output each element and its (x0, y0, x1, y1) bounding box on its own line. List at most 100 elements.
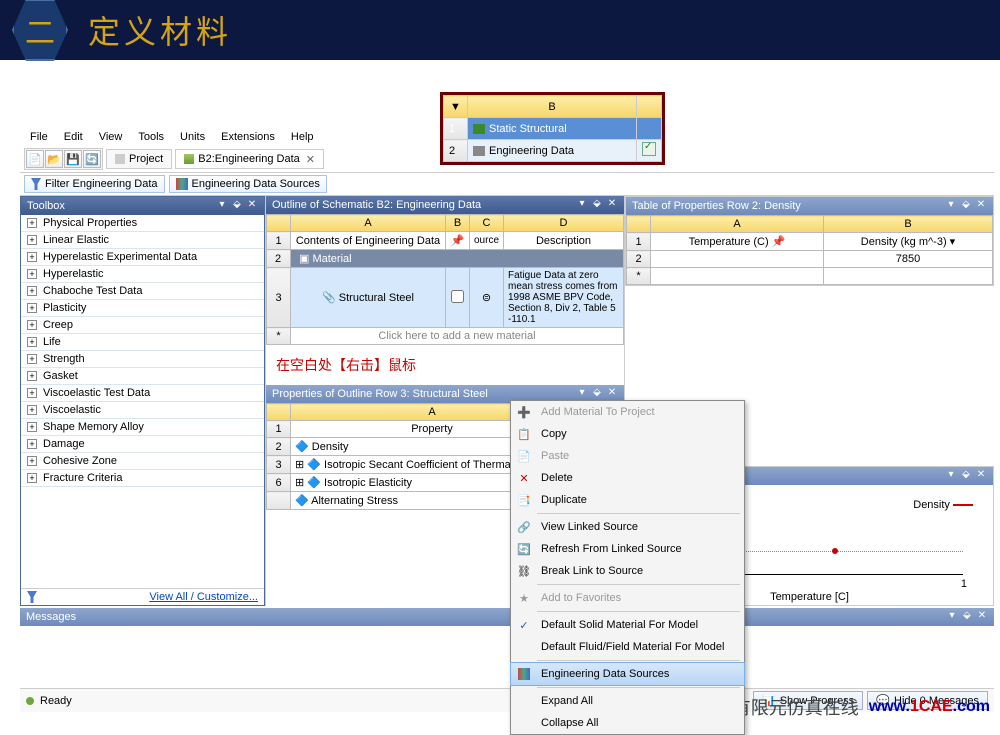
outline-add-row[interactable]: *Click here to add a new material (267, 328, 624, 345)
toolbox-item[interactable]: +Hyperelastic (21, 266, 264, 283)
funnel-icon (31, 178, 41, 190)
toolbox-item[interactable]: +Life (21, 334, 264, 351)
toolbox-item[interactable]: +Physical Properties (21, 215, 264, 232)
pin-icon[interactable]: ⬙ (960, 470, 972, 482)
expand-icon[interactable]: + (27, 456, 37, 466)
save-button[interactable]: 💾 (64, 150, 82, 168)
expand-icon[interactable]: + (27, 371, 37, 381)
cm-add-material[interactable]: ➕Add Material To Project (511, 401, 744, 423)
toolbox-item[interactable]: +Hyperelastic Experimental Data (21, 249, 264, 266)
engineering-data-sources-button[interactable]: Engineering Data Sources (169, 175, 327, 193)
close-icon[interactable]: ✕ (606, 199, 618, 211)
new-button[interactable]: 📄 (26, 150, 44, 168)
open-button[interactable]: 📂 (45, 150, 63, 168)
include-checkbox[interactable] (451, 290, 464, 303)
outline-row-1[interactable]: 1 Contents of Engineering Data 📌 ource D… (267, 232, 624, 250)
pin-icon[interactable]: ⬙ (231, 200, 243, 212)
density-row[interactable]: 27850 (627, 251, 993, 268)
toolbox-item[interactable]: +Cohesive Zone (21, 453, 264, 470)
schematic-corner: ▼ (444, 96, 468, 118)
cm-delete[interactable]: ✕Delete (511, 467, 744, 489)
cm-break-link[interactable]: ⛓Break Link to Source (511, 560, 744, 582)
cm-duplicate[interactable]: 📑Duplicate (511, 489, 744, 511)
expand-icon[interactable]: + (27, 252, 37, 262)
cm-paste[interactable]: 📄Paste (511, 445, 744, 467)
pin-icon[interactable]: ⬙ (591, 199, 603, 211)
status-indicator-icon (26, 697, 34, 705)
cm-default-solid[interactable]: ✓Default Solid Material For Model (511, 614, 744, 636)
refresh-button[interactable]: 🔄 (83, 150, 101, 168)
expand-icon[interactable]: + (27, 235, 37, 245)
toolbox-item[interactable]: +Damage (21, 436, 264, 453)
break-link-icon: ⛓ (515, 563, 533, 579)
dropdown-icon[interactable]: ▾ (216, 200, 228, 212)
cm-add-favorites[interactable]: ★Add to Favorites (511, 587, 744, 609)
menu-edit[interactable]: Edit (64, 131, 83, 143)
pin-icon[interactable]: ⬙ (591, 388, 603, 400)
view-all-link[interactable]: View All / Customize... (149, 591, 258, 603)
expand-icon[interactable]: + (27, 439, 37, 449)
menu-file[interactable]: File (30, 131, 48, 143)
cm-copy[interactable]: 📋Copy (511, 423, 744, 445)
dropdown-icon[interactable]: ▾ (945, 470, 957, 482)
toolbox-item[interactable]: +Chaboche Test Data (21, 283, 264, 300)
cm-engineering-data-sources[interactable]: Engineering Data Sources (510, 662, 745, 686)
close-icon[interactable]: ✕ (976, 611, 988, 623)
expand-icon[interactable]: + (27, 405, 37, 415)
close-icon[interactable]: ✕ (975, 200, 987, 212)
expand-icon[interactable]: + (27, 337, 37, 347)
tab-project[interactable]: Project (106, 149, 172, 169)
close-icon[interactable]: ✕ (306, 153, 315, 166)
schematic-row-2[interactable]: 2 Engineering Data (444, 140, 662, 162)
toolbox-panel: Toolbox ▾⬙✕ +Physical Properties +Linear… (20, 196, 265, 606)
cm-default-fluid[interactable]: Default Fluid/Field Material For Model (511, 636, 744, 658)
dropdown-icon[interactable]: ▾ (946, 611, 958, 623)
expand-icon[interactable]: + (27, 269, 37, 279)
expand-icon[interactable]: + (27, 286, 37, 296)
cm-view-linked[interactable]: 🔗View Linked Source (511, 516, 744, 538)
cm-collapse-all[interactable]: Collapse All (511, 712, 744, 734)
tab-b2-engineering-data[interactable]: B2:Engineering Data✕ (175, 149, 324, 169)
dropdown-icon[interactable]: ▾ (576, 199, 588, 211)
toolbox-item[interactable]: +Viscoelastic Test Data (21, 385, 264, 402)
toolbox-item[interactable]: +Linear Elastic (21, 232, 264, 249)
expand-icon[interactable]: + (27, 388, 37, 398)
toolbox-item[interactable]: +Viscoelastic (21, 402, 264, 419)
schematic-row-1[interactable]: 1 Static Structural (444, 118, 662, 140)
project-icon (115, 154, 125, 164)
close-icon[interactable]: ✕ (246, 200, 258, 212)
pin-icon[interactable]: ⬙ (961, 611, 973, 623)
outline-row-3[interactable]: 3 📎 Structural Steel ⊜ Fatigue Data at z… (267, 268, 624, 328)
toolbox-item[interactable]: +Fracture Criteria (21, 470, 264, 487)
toolbox-item[interactable]: +Creep (21, 317, 264, 334)
cm-expand-all[interactable]: Expand All (511, 690, 744, 712)
close-icon[interactable]: ✕ (975, 470, 987, 482)
pin-icon[interactable]: ⬙ (960, 200, 972, 212)
funnel-icon[interactable] (27, 591, 37, 603)
menu-units[interactable]: Units (180, 131, 205, 143)
toolbox-item[interactable]: +Strength (21, 351, 264, 368)
structural-icon (473, 124, 485, 134)
menu-tools[interactable]: Tools (138, 131, 164, 143)
expand-icon[interactable]: + (27, 354, 37, 364)
cm-refresh-linked[interactable]: 🔄Refresh From Linked Source (511, 538, 744, 560)
expand-icon[interactable]: + (27, 303, 37, 313)
menu-extensions[interactable]: Extensions (221, 131, 275, 143)
badge-text: 二 (25, 8, 55, 52)
dropdown-icon[interactable]: ▾ (945, 200, 957, 212)
density-row[interactable]: * (627, 268, 993, 285)
menu-help[interactable]: Help (291, 131, 314, 143)
dropdown-icon[interactable]: ▾ (576, 388, 588, 400)
expand-icon[interactable]: + (27, 422, 37, 432)
expand-icon[interactable]: + (27, 473, 37, 483)
close-icon[interactable]: ✕ (606, 388, 618, 400)
expand-icon[interactable]: + (27, 218, 37, 228)
outline-material-header[interactable]: 2▣ Material (267, 250, 624, 268)
toolbox-item[interactable]: +Plasticity (21, 300, 264, 317)
expand-icon[interactable]: + (27, 320, 37, 330)
chart-legend: Density (913, 499, 973, 511)
menu-view[interactable]: View (99, 131, 123, 143)
toolbox-item[interactable]: +Shape Memory Alloy (21, 419, 264, 436)
toolbox-item[interactable]: +Gasket (21, 368, 264, 385)
filter-engineering-data-button[interactable]: Filter Engineering Data (24, 175, 165, 193)
